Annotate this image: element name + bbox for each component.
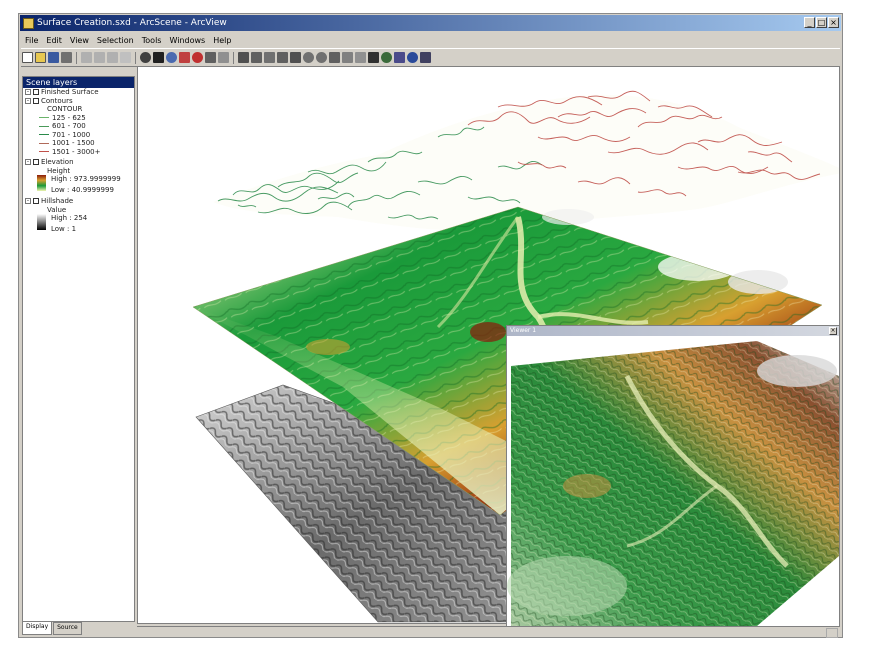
- toolbar-separator: [76, 51, 77, 64]
- layer-checkbox[interactable]: [33, 198, 39, 204]
- menu-view[interactable]: View: [66, 36, 93, 45]
- color-ramp: [37, 175, 46, 191]
- help-icon[interactable]: [218, 52, 229, 63]
- paste-icon[interactable]: [107, 52, 118, 63]
- layer-hillshade[interactable]: - Hillshade: [23, 197, 134, 206]
- print-icon[interactable]: [61, 52, 72, 63]
- navigate-icon[interactable]: [238, 52, 249, 63]
- elevation-ramp-legend: High : 973.9999999 Low : 40.9999999: [23, 175, 134, 195]
- add-data-icon[interactable]: [140, 52, 151, 63]
- narrow-fov-icon[interactable]: [394, 52, 405, 63]
- toolbar-separator: [233, 51, 234, 64]
- menu-bar: File Edit View Selection Tools Windows H…: [21, 33, 840, 47]
- legend-class: 1001 - 1500: [23, 139, 134, 148]
- close-button[interactable]: ×: [828, 17, 839, 28]
- menu-windows[interactable]: Windows: [165, 36, 209, 45]
- globe-icon[interactable]: [166, 52, 177, 63]
- arcscene-window: Surface Creation.sxd - ArcScene - ArcVie…: [18, 13, 843, 638]
- legend-field: Height: [47, 166, 71, 175]
- collapse-icon[interactable]: -: [25, 159, 31, 165]
- minimize-button[interactable]: _: [804, 17, 815, 28]
- layer-checkbox[interactable]: [33, 89, 39, 95]
- legend-class: 1501 - 3000+: [23, 148, 134, 157]
- arctoolbox-icon[interactable]: [153, 52, 164, 63]
- zoom-in-icon[interactable]: [303, 52, 314, 63]
- collapse-icon[interactable]: -: [25, 198, 31, 204]
- legend-class: 125 - 625: [23, 114, 134, 123]
- layer-label: Hillshade: [41, 197, 74, 205]
- cut-icon[interactable]: [81, 52, 92, 63]
- toc-header[interactable]: Scene layers: [23, 77, 134, 88]
- toc-tabs: Display Source: [22, 622, 83, 635]
- layer-checkbox[interactable]: [33, 97, 39, 104]
- animation-icon[interactable]: [205, 52, 216, 63]
- delete-icon[interactable]: [120, 52, 131, 63]
- zoom-target-icon[interactable]: [277, 52, 288, 63]
- menu-tools[interactable]: Tools: [138, 36, 166, 45]
- viewer-title[interactable]: Viewer 1: [507, 326, 839, 336]
- copy-icon[interactable]: [94, 52, 105, 63]
- toolbar-separator: [135, 51, 136, 64]
- layer-contours[interactable]: - Contours: [23, 97, 134, 106]
- viewer-window[interactable]: Viewer 1 ×: [506, 325, 840, 627]
- new-document-icon[interactable]: [22, 52, 33, 63]
- title-bar[interactable]: Surface Creation.sxd - ArcScene - ArcVie…: [20, 15, 841, 31]
- maximize-button[interactable]: □: [816, 17, 827, 28]
- menu-help[interactable]: Help: [209, 36, 235, 45]
- app-icon: [23, 17, 34, 29]
- save-icon[interactable]: [48, 52, 59, 63]
- legend-field: Value: [47, 205, 67, 214]
- viewer-close-button[interactable]: ×: [829, 327, 837, 335]
- target-center-icon[interactable]: [264, 52, 275, 63]
- ramp-low-label: Low : 1: [51, 225, 77, 233]
- open-folder-icon[interactable]: [35, 52, 46, 63]
- expand-fov-icon[interactable]: [407, 52, 418, 63]
- status-bar: [137, 626, 840, 638]
- full-extent-icon[interactable]: [342, 52, 353, 63]
- viewer-canvas[interactable]: [507, 336, 839, 626]
- layer-checkbox[interactable]: [33, 159, 39, 165]
- tab-source[interactable]: Source: [53, 622, 82, 635]
- pan-icon[interactable]: [329, 52, 340, 63]
- toolbar: [21, 48, 840, 67]
- select-features-icon[interactable]: [355, 52, 366, 63]
- menu-edit[interactable]: Edit: [42, 36, 66, 45]
- tab-display[interactable]: Display: [22, 622, 53, 635]
- menu-selection[interactable]: Selection: [93, 36, 138, 45]
- layer-finished-surface[interactable]: - Finished Surface: [23, 88, 134, 97]
- scene-properties-icon[interactable]: [192, 52, 203, 63]
- binoculars-icon[interactable]: [420, 52, 431, 63]
- ramp-low-label: Low : 40.9999999: [51, 186, 114, 194]
- layer-properties-icon[interactable]: [179, 52, 190, 63]
- collapse-icon[interactable]: -: [25, 89, 31, 95]
- legend-field: CONTOUR: [47, 105, 83, 113]
- color-ramp: [37, 214, 46, 230]
- legend-class: 701 - 1000: [23, 131, 134, 140]
- layer-label: Contours: [41, 96, 73, 105]
- layer-label: Finished Surface: [41, 88, 99, 96]
- hillshade-ramp-legend: High : 254 Low : 1: [23, 214, 134, 234]
- measure-icon[interactable]: [381, 52, 392, 63]
- fly-icon[interactable]: [251, 52, 262, 63]
- legend-class: 601 - 700: [23, 122, 134, 131]
- layer-label: Elevation: [41, 158, 74, 166]
- menu-file[interactable]: File: [21, 36, 42, 45]
- ramp-high-label: High : 254: [51, 214, 88, 222]
- ramp-high-label: High : 973.9999999: [51, 175, 121, 183]
- table-of-contents: Scene layers - Finished Surface - Contours…: [22, 76, 135, 622]
- viewer-terrain[interactable]: [507, 341, 839, 626]
- layer-elevation[interactable]: - Elevation: [23, 158, 134, 167]
- window-title: Surface Creation.sxd - ArcScene - ArcVie…: [37, 18, 227, 28]
- collapse-icon[interactable]: -: [25, 97, 31, 104]
- set-observer-icon[interactable]: [290, 52, 301, 63]
- identify-icon[interactable]: [368, 52, 379, 63]
- resize-grip-icon[interactable]: [826, 628, 838, 638]
- zoom-out-icon[interactable]: [316, 52, 327, 63]
